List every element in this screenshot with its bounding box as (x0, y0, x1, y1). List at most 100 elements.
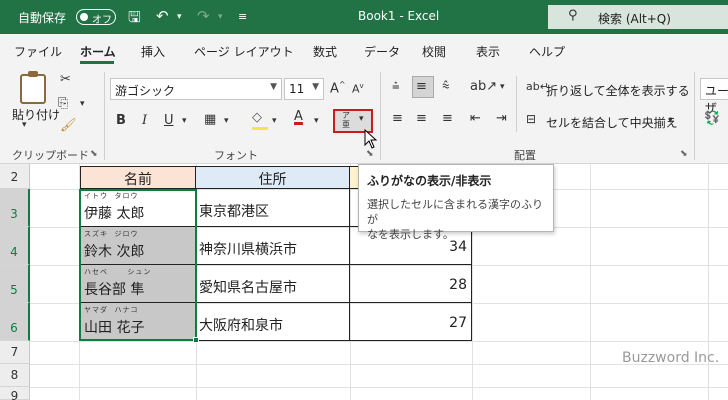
grow-font-label: A (330, 81, 339, 97)
address-cell[interactable]: 神奈川県横浜市 (196, 227, 350, 265)
search-box[interactable]: ⚲ 検索 (Alt+Q) (548, 5, 728, 29)
row-gridline (30, 387, 728, 388)
row-header[interactable]: 9 (0, 387, 30, 400)
merge-center-icon: ⊟ (526, 112, 537, 126)
wrap-text-button[interactable]: 折り返して全体を表示する (546, 82, 690, 99)
align-center-icon[interactable]: ≡ (416, 111, 427, 126)
age-cell[interactable]: 27 (350, 303, 472, 341)
phonetic-tooltip: ふりがなの表示/非表示 選択したセルに含まれる漢字のふりが なを表示します。 (358, 164, 554, 241)
bold-button[interactable]: B (116, 113, 126, 128)
font-color-icon[interactable]: A (294, 109, 303, 124)
tab-page-layout[interactable]: ページ レイアウト (194, 43, 294, 60)
paste-button[interactable]: 貼り付け (12, 106, 60, 123)
phonetic-dropdown-icon[interactable]: ▾ (359, 114, 364, 124)
row-gridline (30, 341, 728, 342)
tab-data[interactable]: データ (364, 43, 400, 60)
italic-button[interactable]: I (142, 113, 147, 128)
fill-color-swatch (252, 127, 268, 130)
row-header[interactable]: 5 (0, 265, 30, 303)
address-cell[interactable]: 愛知県名古屋市 (196, 265, 350, 303)
search-icon: ⚲ (568, 8, 578, 23)
font-color-dropdown-icon[interactable]: ▾ (314, 116, 319, 126)
align-left-icon[interactable]: ≡ (392, 111, 403, 126)
underline-button[interactable]: U (164, 113, 174, 128)
clipboard-launcher-icon[interactable]: ⬊ (90, 149, 98, 159)
borders-icon[interactable]: ▦ (204, 112, 216, 127)
tab-help[interactable]: ヘルプ (529, 43, 565, 60)
group-divider (380, 72, 381, 160)
row-header[interactable]: 2 (0, 164, 30, 189)
align-middle-icon: ≡ (416, 79, 427, 94)
align-right-icon[interactable]: ≡ (442, 111, 453, 126)
align-top-icon[interactable]: ⩮ (392, 79, 400, 94)
inner-divider (516, 76, 517, 132)
row-header[interactable]: 4 (0, 227, 30, 265)
number-format-combo[interactable]: ユーザ (700, 78, 728, 115)
decrease-indent-icon[interactable]: ⇤ (470, 111, 481, 126)
paste-dropdown-icon[interactable]: ▾ (22, 120, 27, 130)
toggle-knob (80, 13, 88, 21)
orientation-dropdown-icon[interactable]: ▾ (500, 82, 505, 92)
group-divider (104, 72, 105, 160)
autosave-state: オフ (92, 15, 112, 26)
fill-handle[interactable] (193, 337, 199, 343)
watermark-text: Buzzword Inc. (622, 350, 720, 366)
font-size-value: 11 (289, 82, 305, 96)
shrink-font-button[interactable]: Av (352, 82, 364, 96)
row-header[interactable]: 6 (0, 303, 30, 341)
age-cell[interactable]: 28 (350, 265, 472, 303)
chevron-down-icon: ▼ (312, 82, 319, 92)
fill-color-icon[interactable]: ◇ (252, 110, 262, 125)
currency-format-icon[interactable]: 💱 (704, 111, 720, 126)
undo-dropdown-icon[interactable]: ▾ (177, 12, 182, 22)
selection-range (79, 189, 197, 341)
chevron-down-icon: ▼ (270, 82, 277, 92)
tab-review[interactable]: 校閲 (422, 43, 446, 60)
cut-icon[interactable]: ✂ (60, 72, 71, 87)
group-divider (694, 72, 695, 160)
furigana-icon: ア亜 (342, 111, 350, 129)
header-address-cell[interactable]: 住所 (196, 166, 350, 189)
borders-dropdown-icon[interactable]: ▾ (224, 116, 229, 126)
merge-center-button[interactable]: セルを結合して中央揃え (546, 114, 678, 131)
tab-file[interactable]: ファイル (14, 43, 62, 60)
merge-dropdown-icon[interactable]: ▾ (668, 116, 673, 126)
tab-view[interactable]: 表示 (476, 43, 500, 60)
row-header[interactable]: 8 (0, 364, 30, 387)
address-cell[interactable]: 大阪府和泉市 (196, 303, 350, 341)
document-title: Book1 - Excel (358, 9, 440, 23)
underline-dropdown-icon[interactable]: ▾ (182, 116, 187, 126)
format-painter-icon[interactable]: 🖌 (60, 118, 77, 133)
customize-qat-icon[interactable]: ≡ (238, 10, 247, 23)
alignment-launcher-icon[interactable]: ⬊ (680, 149, 688, 159)
tooltip-body-line: 選択したセルに含まれる漢字のふりが (367, 198, 543, 226)
tab-formulas[interactable]: 数式 (313, 43, 337, 60)
copy-icon[interactable]: ⎘ (58, 96, 68, 111)
orientation-icon[interactable]: ab↗ (470, 79, 497, 94)
font-name-combo[interactable]: 游ゴシック ▼ (110, 78, 282, 100)
fill-color-dropdown-icon[interactable]: ▾ (272, 116, 277, 126)
undo-icon[interactable]: ↶ (156, 7, 169, 25)
font-group-label: フォント (214, 149, 258, 162)
search-placeholder: 検索 (Alt+Q) (598, 12, 671, 26)
copy-dropdown-icon[interactable]: ▾ (80, 99, 85, 109)
save-icon[interactable]: 🖫 (128, 7, 141, 32)
row-header[interactable]: 7 (0, 341, 30, 364)
tab-home[interactable]: ホーム (80, 43, 116, 60)
font-size-combo[interactable]: 11 ▼ (284, 78, 324, 100)
increase-indent-icon[interactable]: ⇥ (496, 111, 507, 126)
redo-dropdown-icon: ▾ (218, 12, 223, 22)
tab-insert[interactable]: 挿入 (141, 43, 165, 60)
autosave-toggle[interactable]: オフ (76, 9, 116, 26)
tooltip-body: 選択したセルに含まれる漢字のふりが なを表示します。 (367, 197, 545, 242)
grow-font-button[interactable]: A^ (330, 80, 346, 96)
font-launcher-icon[interactable]: ⬊ (366, 149, 374, 159)
row-header[interactable]: 3 (0, 189, 30, 227)
address-cell[interactable]: 東京都港区 (196, 189, 350, 227)
mouse-pointer-icon (364, 129, 378, 149)
paste-icon[interactable] (20, 71, 46, 104)
align-bottom-icon[interactable]: ⩯ (442, 79, 450, 94)
tooltip-body-line: なを表示します。 (367, 228, 454, 241)
header-name-cell[interactable]: 名前 (80, 166, 196, 189)
redo-icon: ↷ (197, 7, 210, 25)
